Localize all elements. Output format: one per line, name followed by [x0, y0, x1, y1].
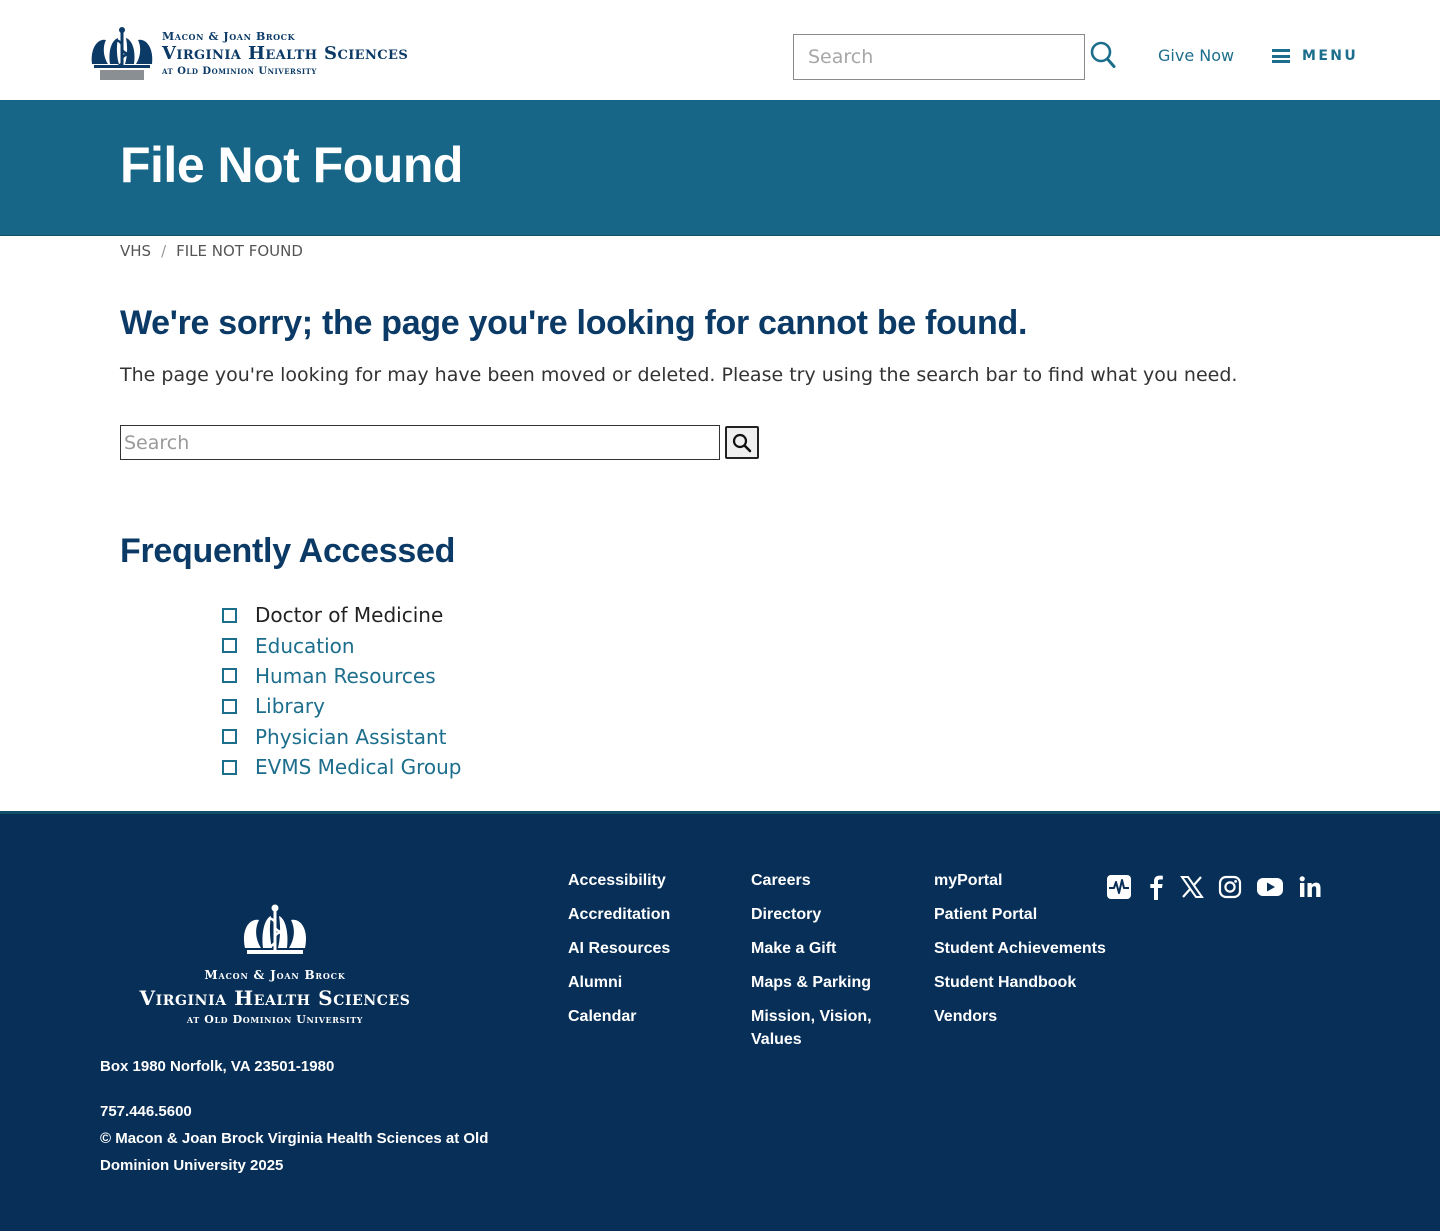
crown-caduceus-icon: [91, 27, 153, 80]
checkbox-square-icon: [222, 668, 237, 684]
logo-line-3: at Old Dominion University: [162, 66, 317, 77]
footer-link-item: Mission, Vision, Values: [751, 1005, 901, 1051]
footer-link-calendar[interactable]: Calendar: [568, 1008, 636, 1025]
linkedin-icon[interactable]: [1298, 875, 1322, 899]
breadcrumb-item-current: FILE NOT FOUND: [176, 242, 303, 260]
checkbox-square-icon: [222, 638, 237, 654]
footer-link-item: Make a Gift: [751, 937, 901, 960]
breadcrumb: VHS / FILE NOT FOUND: [120, 242, 303, 260]
footer-link-patient-portal[interactable]: Patient Portal: [934, 906, 1037, 923]
footer-links-column-2: Careers Directory Make a Gift Maps & Par…: [751, 869, 901, 1062]
footer-link-make-a-gift[interactable]: Make a Gift: [751, 940, 836, 957]
list-item: Doctor of Medicine: [222, 600, 462, 630]
footer-link-item: myPortal: [934, 869, 1106, 892]
site-footer: Macon & Joan Brock Virginia Health Scien…: [0, 811, 1440, 1231]
search-icon: [732, 433, 752, 452]
header-search-input[interactable]: [793, 34, 1085, 80]
footer-link-item: Calendar: [568, 1005, 670, 1028]
footer-link-item: Directory: [751, 903, 901, 926]
instagram-icon[interactable]: [1218, 875, 1242, 899]
footer-link-item: Accessibility: [568, 869, 670, 892]
error-heading: We're sorry; the page you're looking for…: [120, 304, 1028, 342]
footer-link-accessibility[interactable]: Accessibility: [568, 872, 666, 889]
link-physician-assistant[interactable]: Physician Assistant: [255, 725, 447, 749]
link-doctor-of-medicine[interactable]: Doctor of Medicine: [255, 603, 443, 627]
checkbox-square-icon: [222, 698, 237, 714]
crown-caduceus-icon: [243, 904, 307, 954]
footer-logo[interactable]: Macon & Joan Brock Virginia Health Scien…: [130, 902, 420, 1026]
footer-logo-line-3: at Old Dominion University: [186, 1013, 364, 1026]
footer-link-item: Student Achievements: [934, 937, 1106, 960]
footer-logo-line-2: Virginia Health Sciences: [139, 986, 411, 1010]
footer-links-column-3: myPortal Patient Portal Student Achievem…: [934, 869, 1106, 1039]
footer-link-item: Vendors: [934, 1005, 1106, 1028]
link-education[interactable]: Education: [255, 634, 355, 658]
page-search-input[interactable]: [120, 425, 720, 460]
footer-link-item: AI Resources: [568, 937, 670, 960]
list-item: Human Resources: [222, 661, 462, 691]
page-search-button[interactable]: [725, 426, 759, 459]
footer-logo-line-1: Macon & Joan Brock: [204, 968, 346, 982]
breadcrumb-item-home[interactable]: VHS: [120, 242, 151, 260]
error-description: The page you're looking for may have bee…: [120, 364, 1238, 386]
header-search-button[interactable]: [1088, 40, 1118, 72]
footer-link-myportal[interactable]: myPortal: [934, 872, 1002, 889]
list-item: EVMS Medical Group: [222, 752, 462, 782]
link-evms-medical-group[interactable]: EVMS Medical Group: [255, 755, 462, 779]
footer-link-item: Accreditation: [568, 903, 670, 926]
footer-link-ai-resources[interactable]: AI Resources: [568, 940, 670, 957]
footer-copyright: © Macon & Joan Brock Virginia Health Sci…: [100, 1130, 489, 1174]
footer-link-student-handbook[interactable]: Student Handbook: [934, 974, 1076, 991]
link-human-resources[interactable]: Human Resources: [255, 664, 436, 688]
list-item: Education: [222, 630, 462, 660]
checkbox-square-icon: [222, 759, 237, 775]
menu-label: MENU: [1302, 48, 1359, 64]
link-library[interactable]: Library: [255, 694, 325, 718]
frequently-accessed-heading: Frequently Accessed: [120, 532, 456, 570]
footer-link-careers[interactable]: Careers: [751, 872, 811, 889]
footer-link-accreditation[interactable]: Accreditation: [568, 906, 670, 923]
checkbox-square-icon: [222, 607, 237, 623]
youtube-icon[interactable]: [1256, 876, 1284, 898]
social-links: [1106, 874, 1336, 900]
give-now-link[interactable]: Give Now: [1158, 46, 1234, 65]
search-icon: [1090, 41, 1116, 68]
page-title: File Not Found: [120, 137, 463, 193]
logo-wordmark: Macon & Joan Brock Virginia Health Scien…: [162, 31, 408, 77]
logo-line-1: Macon & Joan Brock: [162, 30, 296, 43]
footer-link-alumni[interactable]: Alumni: [568, 974, 622, 991]
health-pulse-icon[interactable]: [1106, 874, 1132, 900]
footer-link-directory[interactable]: Directory: [751, 906, 821, 923]
list-item: Physician Assistant: [222, 722, 462, 752]
footer-link-item: Patient Portal: [934, 903, 1106, 926]
checkbox-square-icon: [222, 729, 237, 745]
footer-link-item: Alumni: [568, 971, 670, 994]
footer-link-maps-parking[interactable]: Maps & Parking: [751, 974, 871, 991]
page-banner: File Not Found: [0, 100, 1440, 236]
footer-link-vendors[interactable]: Vendors: [934, 1008, 997, 1025]
hamburger-icon: [1272, 49, 1290, 63]
breadcrumb-separator: /: [161, 242, 167, 260]
site-logo[interactable]: Macon & Joan Brock Virginia Health Scien…: [88, 26, 428, 82]
frequently-accessed-list: Doctor of Medicine Education Human Resou…: [222, 600, 462, 782]
logo-line-2: Virginia Health Sciences: [162, 43, 409, 64]
list-item: Library: [222, 691, 462, 721]
footer-link-item: Maps & Parking: [751, 971, 901, 994]
facebook-icon[interactable]: [1146, 874, 1166, 900]
footer-link-student-achievements[interactable]: Student Achievements: [934, 940, 1106, 957]
menu-button[interactable]: MENU: [1272, 46, 1358, 66]
footer-link-mission-vision-values[interactable]: Mission, Vision, Values: [751, 1008, 872, 1048]
footer-link-item: Careers: [751, 869, 901, 892]
footer-links-column-1: Accessibility Accreditation AI Resources…: [568, 869, 670, 1039]
x-icon[interactable]: [1180, 875, 1204, 899]
footer-link-item: Student Handbook: [934, 971, 1106, 994]
footer-phone[interactable]: 757.446.5600: [100, 1098, 192, 1125]
footer-address: Box 1980 Norfolk, VA 23501-1980: [100, 1058, 335, 1075]
site-header: Macon & Joan Brock Virginia Health Scien…: [0, 0, 1440, 100]
